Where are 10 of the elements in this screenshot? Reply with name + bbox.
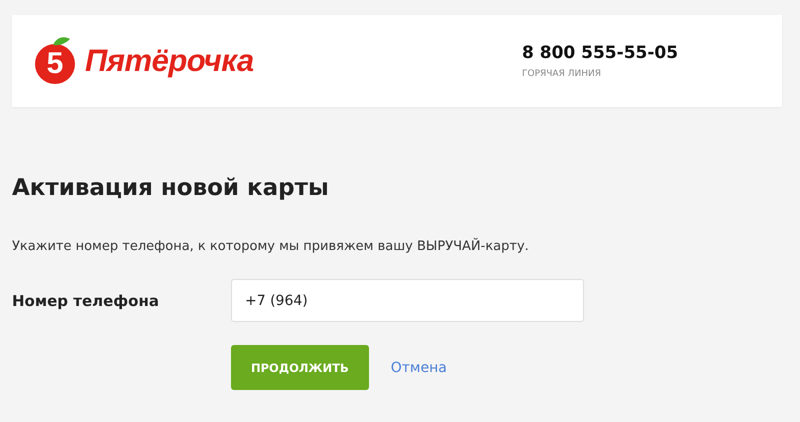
hotline-phone: 8 800 555-55-05 xyxy=(522,43,678,63)
logo-text: Пятёрочка xyxy=(85,43,254,79)
hotline-label: ГОРЯЧАЯ ЛИНИЯ xyxy=(522,69,602,79)
cancel-link[interactable]: Отмена xyxy=(390,360,447,376)
page-title: Активация новой карты xyxy=(12,175,330,201)
leaf-icon xyxy=(51,36,71,46)
instruction-text: Укажите номер телефона, к которому мы привяжем вашу ВЫРУЧАЙ-карту. xyxy=(12,239,530,254)
continue-button[interactable]: ПРОДОЛЖИТЬ xyxy=(231,345,369,390)
phone-input[interactable]: +7 (964) xyxy=(231,279,584,322)
field-label: Номер телефона xyxy=(12,292,160,310)
